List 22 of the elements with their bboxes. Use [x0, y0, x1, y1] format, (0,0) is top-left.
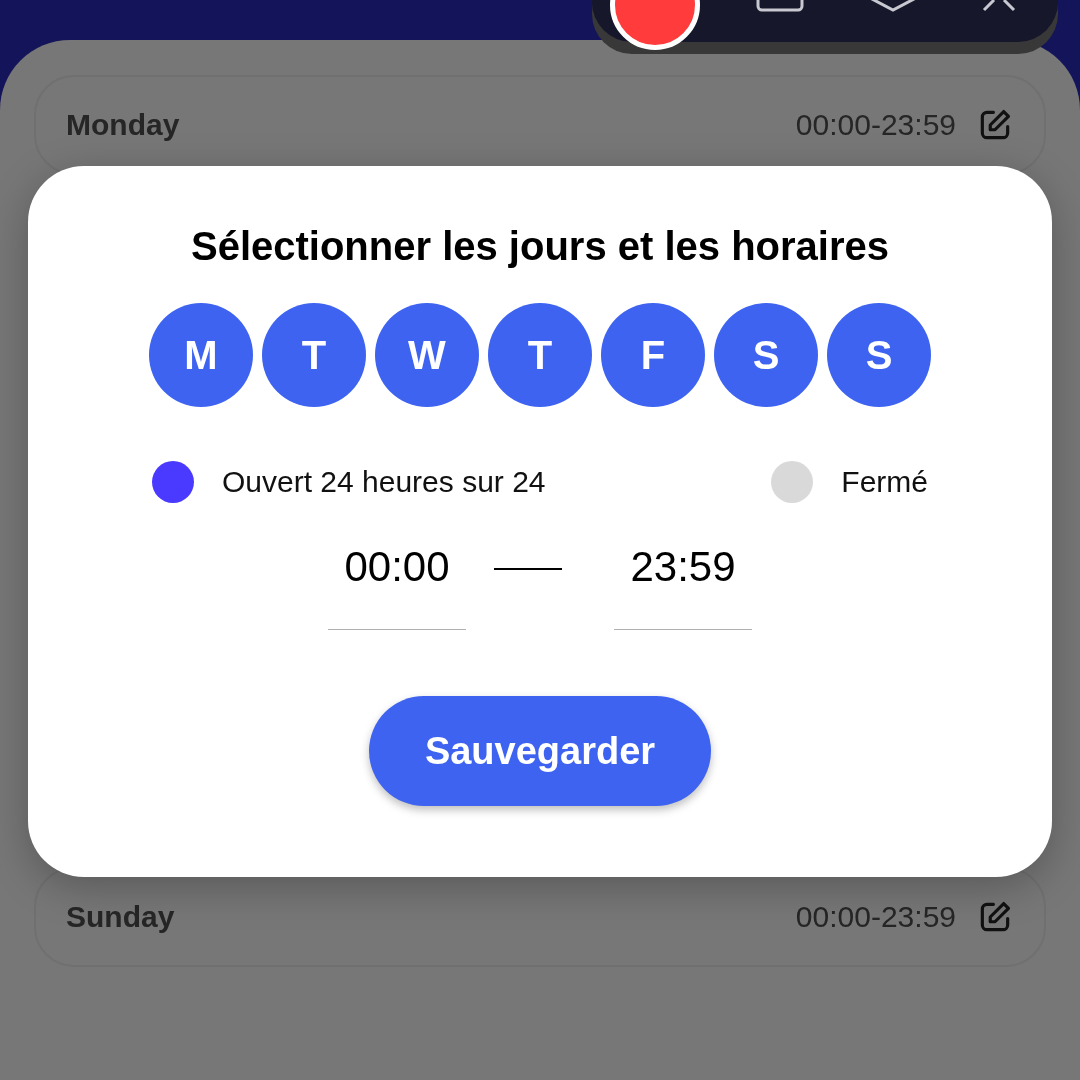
dash-line	[494, 568, 562, 570]
day-toggle[interactable]: S	[827, 303, 931, 407]
time-field[interactable]: 00:00	[328, 543, 466, 630]
time-field[interactable]: 23:59	[614, 543, 752, 630]
day-name: Monday	[66, 108, 181, 142]
radio-button[interactable]	[152, 461, 194, 503]
day-toggle[interactable]: T	[262, 303, 366, 407]
day-name: Sunday	[66, 900, 176, 934]
day-toggle[interactable]: W	[375, 303, 479, 407]
day-toggle[interactable]: M	[149, 303, 253, 407]
option-label: Fermé	[841, 465, 928, 499]
hours-text: 00:00-23:59	[795, 900, 956, 934]
hours-text: 00:00-23:59	[795, 108, 956, 142]
radio-button[interactable]	[771, 461, 814, 503]
dialog-title: Sélectionner les jours et les horaires	[190, 224, 890, 269]
option-label: Ouvert 24 heures sur 24	[222, 465, 546, 499]
day-toggle[interactable]: S	[714, 303, 818, 407]
save-button[interactable]: Sauvegarder	[369, 696, 711, 806]
day-toggle[interactable]: F	[601, 303, 705, 407]
chevron-icon[interactable]	[870, 0, 916, 12]
day-toggle[interactable]: T	[488, 303, 592, 407]
close-icon[interactable]	[982, 0, 1016, 12]
